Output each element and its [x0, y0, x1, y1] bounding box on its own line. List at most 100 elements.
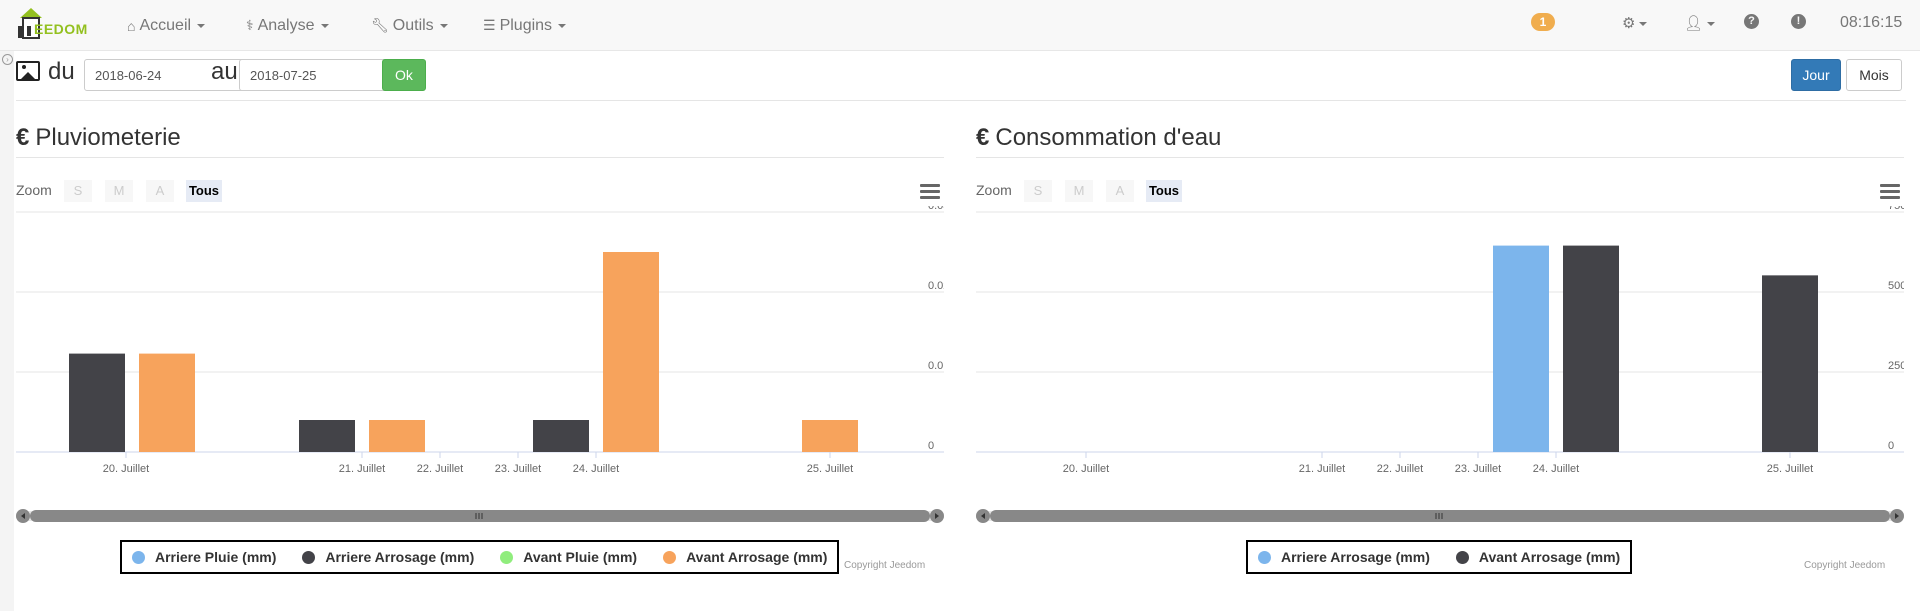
bar-0-4 — [1493, 245, 1549, 452]
zoom-s-button[interactable]: S — [1024, 180, 1052, 202]
zoom-label: Zoom — [16, 182, 52, 198]
chart-legend: Arriere Arrosage (mm) Avant Arrosage (mm… — [1246, 540, 1633, 574]
mois-button[interactable]: Mois — [1846, 59, 1902, 91]
list-icon: ☰ — [483, 17, 496, 33]
bar-3-4 — [603, 252, 659, 452]
sidebar-toggle-icon[interactable]: › — [2, 54, 13, 65]
chart-menu-icon[interactable] — [1880, 184, 1900, 200]
caret-down-icon — [1639, 22, 1648, 27]
legend-item[interactable]: Avant Pluie (mm) — [500, 549, 637, 565]
legend-dot — [1455, 550, 1469, 564]
legend-item[interactable]: Arriere Arrosage (mm) — [1258, 549, 1430, 565]
alert-icon[interactable]: ! — [1791, 14, 1806, 29]
zoom-m-button[interactable]: M — [1065, 180, 1093, 202]
legend-item[interactable]: Arriere Arrosage (mm) — [302, 549, 474, 565]
panel-title: € Pluviometerie — [16, 124, 181, 152]
image-icon — [16, 61, 40, 81]
menu-outils-label: Outils — [392, 16, 434, 34]
legend-label: Avant Pluie (mm) — [523, 549, 638, 565]
label-du: du — [48, 58, 75, 85]
jour-button[interactable]: Jour — [1791, 59, 1841, 91]
legend-dot — [302, 550, 316, 564]
euro-icon: € — [976, 124, 990, 151]
panel-rule — [976, 157, 1904, 158]
menu-plugins[interactable]: ☰ Plugins — [483, 0, 567, 51]
wrench-icon: 🔧︎ — [371, 17, 389, 33]
x-tick-label: 22. Juillet — [1377, 463, 1423, 475]
clock: 08:16:15 — [1840, 14, 1903, 31]
zoom-a-button[interactable]: A — [146, 180, 174, 202]
x-tick-label: 25. Juillet — [807, 463, 853, 475]
panel-consommation-eau: € Consommation d'eau Zoom S M A Tous 0 250… — [976, 120, 1904, 600]
chart-menu-icon[interactable] — [920, 184, 940, 200]
zoom-label: Zoom — [976, 182, 1012, 198]
stethoscope-icon: ⚕ — [246, 17, 254, 33]
y-tick-label: 500 — [1888, 280, 1904, 292]
y-tick-label: 0.02 — [928, 280, 944, 292]
chart-scrollbar[interactable] — [976, 508, 1904, 524]
cogs-icon: ⚙ — [1622, 15, 1636, 32]
bar-1-5 — [1762, 275, 1818, 452]
panel-pluviometerie: €Pluviometerie Zoom S M A Tous 0 0.01 0.02… — [16, 120, 944, 600]
legend-label: Arriere Pluie (mm) — [155, 549, 277, 565]
date-toolbar: du au Ok Jour Mois — [16, 58, 1906, 92]
legend-dot — [132, 550, 145, 564]
legend-item[interactable]: Arriere Pluie (mm) — [132, 549, 276, 565]
chart-legend: Arriere Pluie (mm) Arriere Arrosage (mm)… — [120, 540, 840, 574]
notification-badge[interactable]: 1 — [1531, 13, 1555, 31]
user-dropdown[interactable]: 👤︎ — [1684, 14, 1716, 32]
panel-rule — [16, 157, 944, 158]
zoom-s-button[interactable]: S — [64, 180, 92, 202]
x-tick-label: 24. Juillet — [1533, 463, 1579, 475]
caret-down-icon — [197, 23, 206, 28]
chart-scrollbar[interactable] — [16, 508, 944, 524]
menu-analyse[interactable]: ⚕ Analyse — [246, 0, 329, 51]
menu-plugins-label: Plugins — [499, 16, 553, 34]
home-icon: ⌂ — [127, 17, 136, 34]
legend-item[interactable]: Avant Arrosage (mm) — [1455, 549, 1620, 565]
y-tick-label: 0 — [1888, 440, 1894, 452]
y-tick-label: 250 — [1888, 360, 1904, 372]
left-sidebar-edge — [0, 51, 14, 611]
legend-item[interactable]: Avant Arrosage (mm) — [663, 549, 827, 565]
y-tick-label: 0.03 — [928, 206, 944, 212]
caret-down-icon — [439, 23, 448, 28]
caret-down-icon — [558, 23, 567, 28]
chart-consommation-eau: 0 250 500 750 20. Juillet 21. Juillet 22. Juil… — [976, 206, 1904, 475]
zoom-a-button[interactable]: A — [1106, 180, 1134, 202]
logo-text: EEDOM — [34, 21, 88, 37]
panel-title-text: Pluviometerie — [35, 124, 181, 151]
caret-down-icon — [1707, 22, 1716, 27]
menu-accueil-label: Accueil — [139, 16, 192, 34]
x-tick-label: 23. Juillet — [1455, 463, 1501, 475]
navbar: EEDOM ⌂ Accueil ⚕ Analyse 🔧︎ Outils ☰ Pl… — [0, 0, 1920, 51]
menu-analyse-label: Analyse — [257, 16, 315, 34]
bar-1-1 — [299, 420, 355, 452]
legend-dot — [500, 550, 514, 564]
ok-button[interactable]: Ok — [382, 59, 426, 91]
menu-accueil[interactable]: ⌂ Accueil — [127, 0, 206, 51]
cogs-dropdown[interactable]: ⚙ — [1622, 14, 1648, 32]
y-tick-label: 750 — [1888, 206, 1904, 212]
legend-label: Arriere Arrosage (mm) — [325, 549, 475, 565]
zoom-tous-button[interactable]: Tous — [1146, 180, 1182, 202]
legend-dot — [1258, 550, 1271, 564]
bar-1-4 — [1563, 245, 1619, 452]
legend-dot — [663, 550, 677, 564]
x-tick-label: 25. Juillet — [1767, 463, 1813, 475]
panel-title: € Consommation d'eau — [976, 124, 1221, 152]
bar-1-0 — [69, 353, 125, 452]
zoom-m-button[interactable]: M — [105, 180, 133, 202]
chart-pluviometerie: 0 0.01 0.02 0.03 20. Juillet 21. Juillet 22. J… — [16, 206, 944, 475]
label-au: au — [211, 58, 238, 85]
zoom-tous-button[interactable]: Tous — [186, 180, 222, 202]
bar-3-5 — [802, 420, 858, 452]
x-tick-label: 20. Juillet — [103, 463, 149, 475]
euro-icon: € — [16, 124, 30, 151]
legend-label: Avant Arrosage (mm) — [686, 549, 828, 565]
menu-outils[interactable]: 🔧︎ Outils — [371, 0, 448, 51]
x-tick-label: 23. Juillet — [495, 463, 541, 475]
panel-title-text: Consommation d'eau — [995, 124, 1222, 151]
help-icon[interactable]: ? — [1744, 14, 1759, 29]
x-tick-label: 24. Juillet — [573, 463, 619, 475]
